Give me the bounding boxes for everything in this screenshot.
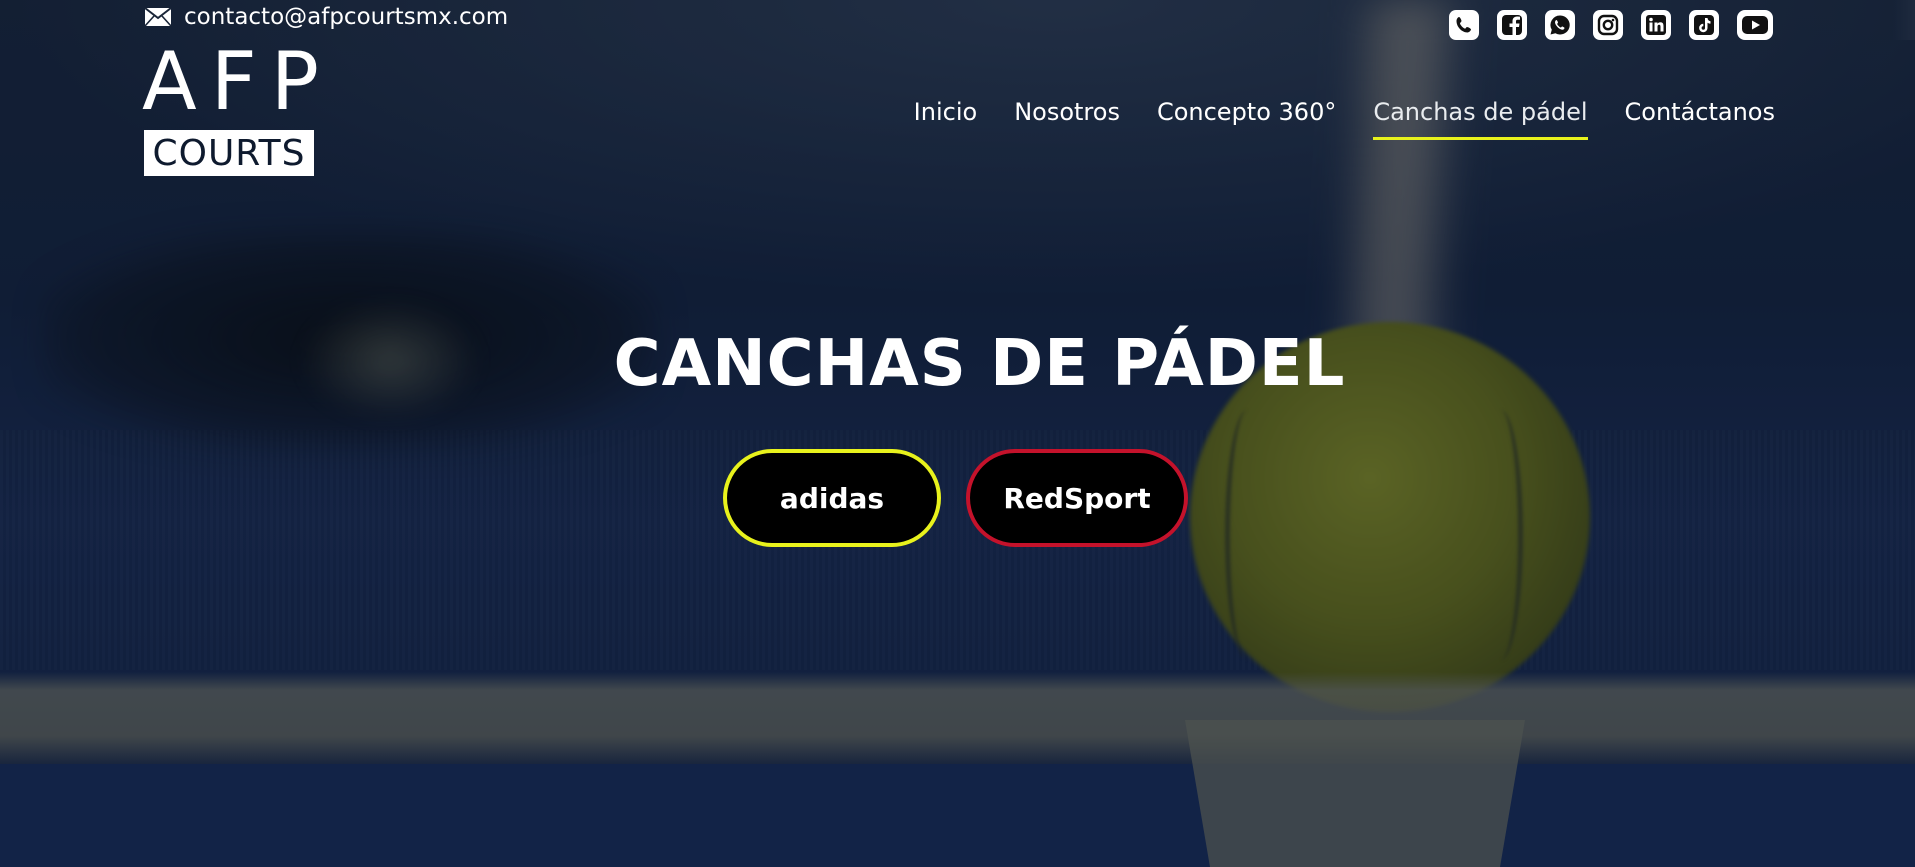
nav-item-concepto-360[interactable]: Concepto 360°: [1157, 98, 1336, 140]
adidas-button[interactable]: adidas: [723, 449, 941, 547]
nav-item-nosotros[interactable]: Nosotros: [1014, 98, 1120, 140]
tiktok-icon[interactable]: [1689, 10, 1719, 40]
nav-item-canchas-de-padel[interactable]: Canchas de pádel: [1373, 98, 1588, 140]
main-navigation: Inicio Nosotros Concepto 360° Canchas de…: [914, 98, 1775, 140]
page-title: CANCHAS DE PÁDEL: [613, 327, 1346, 401]
instagram-icon[interactable]: [1593, 10, 1623, 40]
redsport-button[interactable]: RedSport: [966, 449, 1188, 547]
logo-bottom-text: COURTS: [144, 130, 314, 176]
social-links: [1449, 10, 1773, 40]
linkedin-icon[interactable]: [1641, 10, 1671, 40]
contact-email-text: contacto@afpcourtsmx.com: [184, 4, 509, 30]
contact-email-link[interactable]: contacto@afpcourtsmx.com: [144, 4, 508, 30]
brand-buttons: adidas RedSport: [723, 449, 1188, 547]
facebook-icon[interactable]: [1497, 10, 1527, 40]
phone-icon[interactable]: [1449, 10, 1479, 40]
youtube-icon[interactable]: [1737, 10, 1773, 40]
nav-item-contactanos[interactable]: Contáctanos: [1625, 98, 1775, 140]
logo-top-text: AFP: [142, 35, 333, 128]
nav-item-inicio[interactable]: Inicio: [914, 98, 978, 140]
afp-courts-logo[interactable]: AFP COURTS: [142, 42, 319, 176]
mail-icon: [144, 7, 172, 27]
page-edge-shadow: [1893, 0, 1915, 40]
whatsapp-icon[interactable]: [1545, 10, 1575, 40]
